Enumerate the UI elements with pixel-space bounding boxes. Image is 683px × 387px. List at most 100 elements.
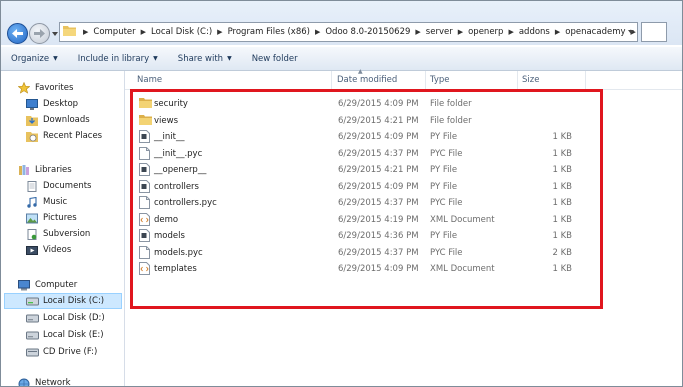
back-button[interactable] bbox=[7, 23, 28, 44]
chevron-right-icon[interactable]: ▶ bbox=[508, 28, 513, 36]
sort-indicator-icon: ▲ bbox=[358, 68, 363, 75]
nav-network[interactable]: Network bbox=[17, 375, 71, 387]
file-list[interactable]: security 6/29/2015 4:09 PM File folder v… bbox=[125, 89, 682, 386]
breadcrumb-addons[interactable]: addons bbox=[519, 27, 550, 37]
nav-videos[interactable]: Videos bbox=[25, 242, 71, 258]
nav-local-disk-d[interactable]: Local Disk (D:) bbox=[25, 310, 105, 326]
file-date: 6/29/2015 4:19 PM bbox=[338, 214, 419, 225]
file-size: 1 KB bbox=[552, 264, 572, 274]
chevron-right-icon[interactable]: ▶ bbox=[315, 28, 320, 36]
nav-local-disk-e[interactable]: Local Disk (E:) bbox=[25, 327, 104, 343]
nav-desktop[interactable]: Desktop bbox=[25, 96, 78, 112]
nav-label: Pictures bbox=[43, 213, 77, 223]
file-row[interactable]: views 6/29/2015 4:21 PM File folder bbox=[125, 113, 682, 130]
folder-icon bbox=[139, 97, 152, 111]
chevron-right-icon[interactable]: ▶ bbox=[83, 28, 88, 36]
column-header-date-modified[interactable]: Date modified bbox=[337, 75, 397, 85]
nav-label: Computer bbox=[35, 280, 78, 290]
share-with-button[interactable]: Share with ▼ bbox=[168, 54, 242, 64]
nav-computer[interactable]: Computer bbox=[17, 277, 77, 293]
caret-down-icon: ▼ bbox=[227, 55, 232, 62]
file-name: models bbox=[154, 231, 185, 241]
column-divider[interactable] bbox=[331, 71, 332, 89]
star-icon bbox=[17, 81, 31, 95]
file-type: PYC File bbox=[430, 198, 463, 208]
file-row[interactable]: __openerp__ 6/29/2015 4:21 PM PY File 1 … bbox=[125, 162, 682, 179]
file-row[interactable]: demo 6/29/2015 4:19 PM XML Document 1 KB bbox=[125, 212, 682, 229]
breadcrumb-odoo[interactable]: Odoo 8.0-20150629 bbox=[325, 27, 410, 37]
breadcrumb-local-disk-c[interactable]: Local Disk (C:) bbox=[151, 27, 212, 37]
file-name: templates bbox=[154, 264, 197, 274]
file-date: 6/29/2015 4:09 PM bbox=[338, 264, 419, 274]
breadcrumb-openacademy[interactable]: openacademy bbox=[565, 27, 625, 37]
column-header-size[interactable]: Size bbox=[522, 75, 539, 85]
nav-music[interactable]: Music bbox=[25, 194, 67, 210]
column-divider[interactable] bbox=[425, 71, 426, 89]
nav-cd-drive-f[interactable]: CD Drive (F:) bbox=[25, 344, 97, 360]
nav-subversion[interactable]: Subversion bbox=[25, 226, 90, 242]
file-row[interactable]: models.pyc 6/29/2015 4:37 PM PYC File 2 … bbox=[125, 245, 682, 262]
chevron-right-icon[interactable]: ▶ bbox=[217, 28, 222, 36]
address-bar[interactable]: ▶ Computer ▶ Local Disk (C:) ▶ Program F… bbox=[59, 22, 638, 42]
nav-label: Network bbox=[35, 378, 71, 387]
nav-recent-places[interactable]: Recent Places bbox=[25, 128, 102, 144]
new-folder-button[interactable]: New folder bbox=[242, 54, 308, 64]
file-date: 6/29/2015 4:21 PM bbox=[338, 165, 419, 175]
file-size: 1 KB bbox=[552, 231, 572, 241]
breadcrumb-server[interactable]: server bbox=[426, 27, 453, 37]
nav-favorites[interactable]: Favorites bbox=[17, 80, 73, 96]
breadcrumb-label: Local Disk (C:) bbox=[151, 27, 213, 37]
file-date: 6/29/2015 4:37 PM bbox=[338, 247, 419, 258]
organize-button[interactable]: Organize ▼ bbox=[1, 54, 68, 64]
refresh-button[interactable] bbox=[641, 22, 667, 42]
file-row[interactable]: security 6/29/2015 4:09 PM File folder bbox=[125, 96, 682, 113]
column-divider[interactable] bbox=[517, 71, 518, 89]
file-row[interactable]: controllers 6/29/2015 4:09 PM PY File 1 … bbox=[125, 179, 682, 196]
file-row[interactable]: __init__.pyc 6/29/2015 4:37 PM PYC File … bbox=[125, 146, 682, 163]
file-type: PY File bbox=[430, 231, 458, 241]
address-history-dropdown[interactable] bbox=[628, 29, 634, 35]
subversion-icon bbox=[25, 227, 39, 241]
file-date: 6/29/2015 4:37 PM bbox=[338, 148, 419, 159]
column-header-type[interactable]: Type bbox=[430, 75, 450, 85]
breadcrumb-label: Odoo 8.0-20150629 bbox=[325, 27, 411, 37]
file-name: controllers.pyc bbox=[154, 198, 217, 208]
nav-downloads[interactable]: Downloads bbox=[25, 112, 90, 128]
file-row[interactable]: __init__ 6/29/2015 4:09 PM PY File 1 KB bbox=[125, 129, 682, 146]
breadcrumb-label: Program Files (x86) bbox=[227, 27, 310, 37]
navigation-pane[interactable]: Favorites Desktop Downloads Recent Place… bbox=[1, 71, 125, 386]
breadcrumb-label: openerp bbox=[468, 27, 504, 37]
caret-down-icon: ▼ bbox=[153, 55, 158, 62]
chevron-right-icon[interactable]: ▶ bbox=[555, 28, 560, 36]
include-in-library-button[interactable]: Include in library ▼ bbox=[68, 54, 168, 64]
file-name: demo bbox=[154, 214, 179, 225]
nav-label: Music bbox=[43, 197, 68, 207]
chevron-right-icon[interactable]: ▶ bbox=[141, 28, 146, 36]
nav-local-disk-c[interactable]: Local Disk (C:) bbox=[4, 293, 122, 309]
downloads-icon bbox=[25, 113, 39, 127]
recent-pages-dropdown[interactable] bbox=[52, 31, 58, 37]
column-divider[interactable] bbox=[585, 71, 586, 89]
file-size: 1 KB bbox=[552, 198, 572, 208]
recent-places-icon bbox=[25, 129, 39, 143]
chevron-right-icon[interactable]: ▶ bbox=[458, 28, 463, 36]
file-date: 6/29/2015 4:09 PM bbox=[338, 181, 419, 192]
file-size: 1 KB bbox=[552, 148, 572, 159]
breadcrumb-program-files[interactable]: Program Files (x86) bbox=[228, 27, 310, 37]
nav-pictures[interactable]: Pictures bbox=[25, 210, 77, 226]
column-header-name[interactable]: Name bbox=[137, 75, 162, 85]
file-date: 6/29/2015 4:09 PM bbox=[338, 99, 419, 109]
file-size: 1 KB bbox=[552, 132, 572, 142]
libraries-icon bbox=[17, 163, 31, 177]
nav-libraries[interactable]: Libraries bbox=[17, 162, 72, 178]
arrow-right-icon bbox=[34, 29, 45, 38]
file-row[interactable]: templates 6/29/2015 4:09 PM XML Document… bbox=[125, 261, 682, 278]
nav-label: Local Disk (E:) bbox=[43, 330, 104, 340]
breadcrumb-openerp[interactable]: openerp bbox=[468, 27, 503, 37]
forward-button[interactable] bbox=[29, 23, 50, 44]
chevron-right-icon[interactable]: ▶ bbox=[415, 28, 420, 36]
file-row[interactable]: models 6/29/2015 4:36 PM PY File 1 KB bbox=[125, 228, 682, 245]
breadcrumb-computer[interactable]: Computer bbox=[93, 27, 135, 37]
nav-documents[interactable]: Documents bbox=[25, 178, 91, 194]
file-row[interactable]: controllers.pyc 6/29/2015 4:37 PM PYC Fi… bbox=[125, 195, 682, 212]
